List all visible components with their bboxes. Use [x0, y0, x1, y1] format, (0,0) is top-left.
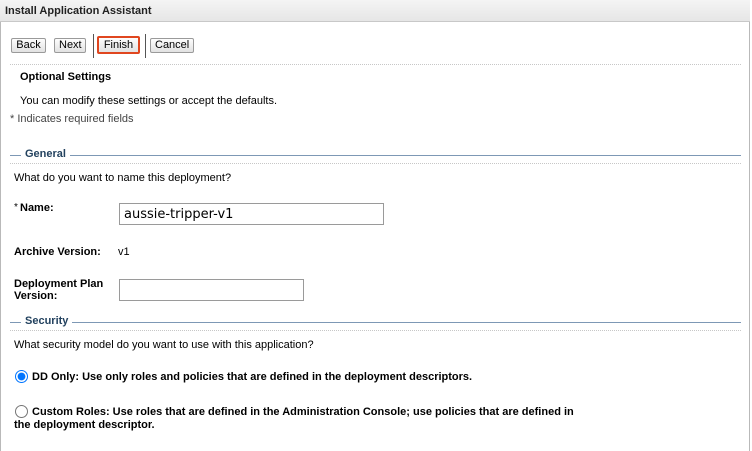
- label-line: Deployment Plan: [14, 278, 104, 290]
- security-question: What security model do you want to use w…: [14, 339, 314, 351]
- assistant-frame: [0, 0, 750, 451]
- toolbar-separator: [93, 34, 94, 58]
- dd-only-label[interactable]: DD Only: Use only roles and policies tha…: [32, 371, 472, 383]
- fieldset-rule: [10, 155, 21, 156]
- dd-only-radio[interactable]: [15, 370, 28, 383]
- fieldset-rule: [70, 155, 741, 156]
- page-heading: Optional Settings: [20, 71, 112, 83]
- window-title: Install Application Assistant: [5, 5, 152, 17]
- fieldset-rule: [10, 322, 21, 323]
- security-legend: Security: [25, 315, 69, 327]
- finish-button[interactable]: Finish: [97, 36, 140, 54]
- page-description: You can modify these settings or accept …: [20, 95, 278, 107]
- archive-version-value: v1: [118, 246, 130, 258]
- divider: [10, 64, 741, 65]
- general-question: What do you want to name this deployment…: [14, 172, 232, 184]
- fieldset-rule: [72, 322, 741, 323]
- required-marker: *: [14, 202, 18, 213]
- deployment-plan-version-input[interactable]: [119, 279, 304, 301]
- next-button[interactable]: Next: [54, 38, 86, 53]
- label-line: Version:: [14, 290, 58, 302]
- divider: [10, 163, 741, 164]
- cancel-button[interactable]: Cancel: [150, 38, 194, 53]
- deployment-plan-version-label: Deployment Plan Version:: [14, 278, 103, 302]
- divider: [10, 330, 741, 331]
- back-button[interactable]: Back: [11, 38, 46, 53]
- name-input[interactable]: [119, 203, 384, 225]
- archive-version-label: Archive Version:: [14, 246, 101, 258]
- general-legend: General: [25, 148, 66, 160]
- custom-roles-label-cont[interactable]: the deployment descriptor.: [14, 419, 155, 431]
- required-fields-note: * Indicates required fields: [10, 113, 134, 125]
- toolbar-separator: [145, 34, 146, 58]
- custom-roles-label[interactable]: Custom Roles: Use roles that are defined…: [32, 406, 574, 418]
- custom-roles-radio[interactable]: [15, 405, 28, 418]
- window-titlebar: Install Application Assistant: [0, 0, 750, 22]
- name-label: Name:: [20, 202, 54, 214]
